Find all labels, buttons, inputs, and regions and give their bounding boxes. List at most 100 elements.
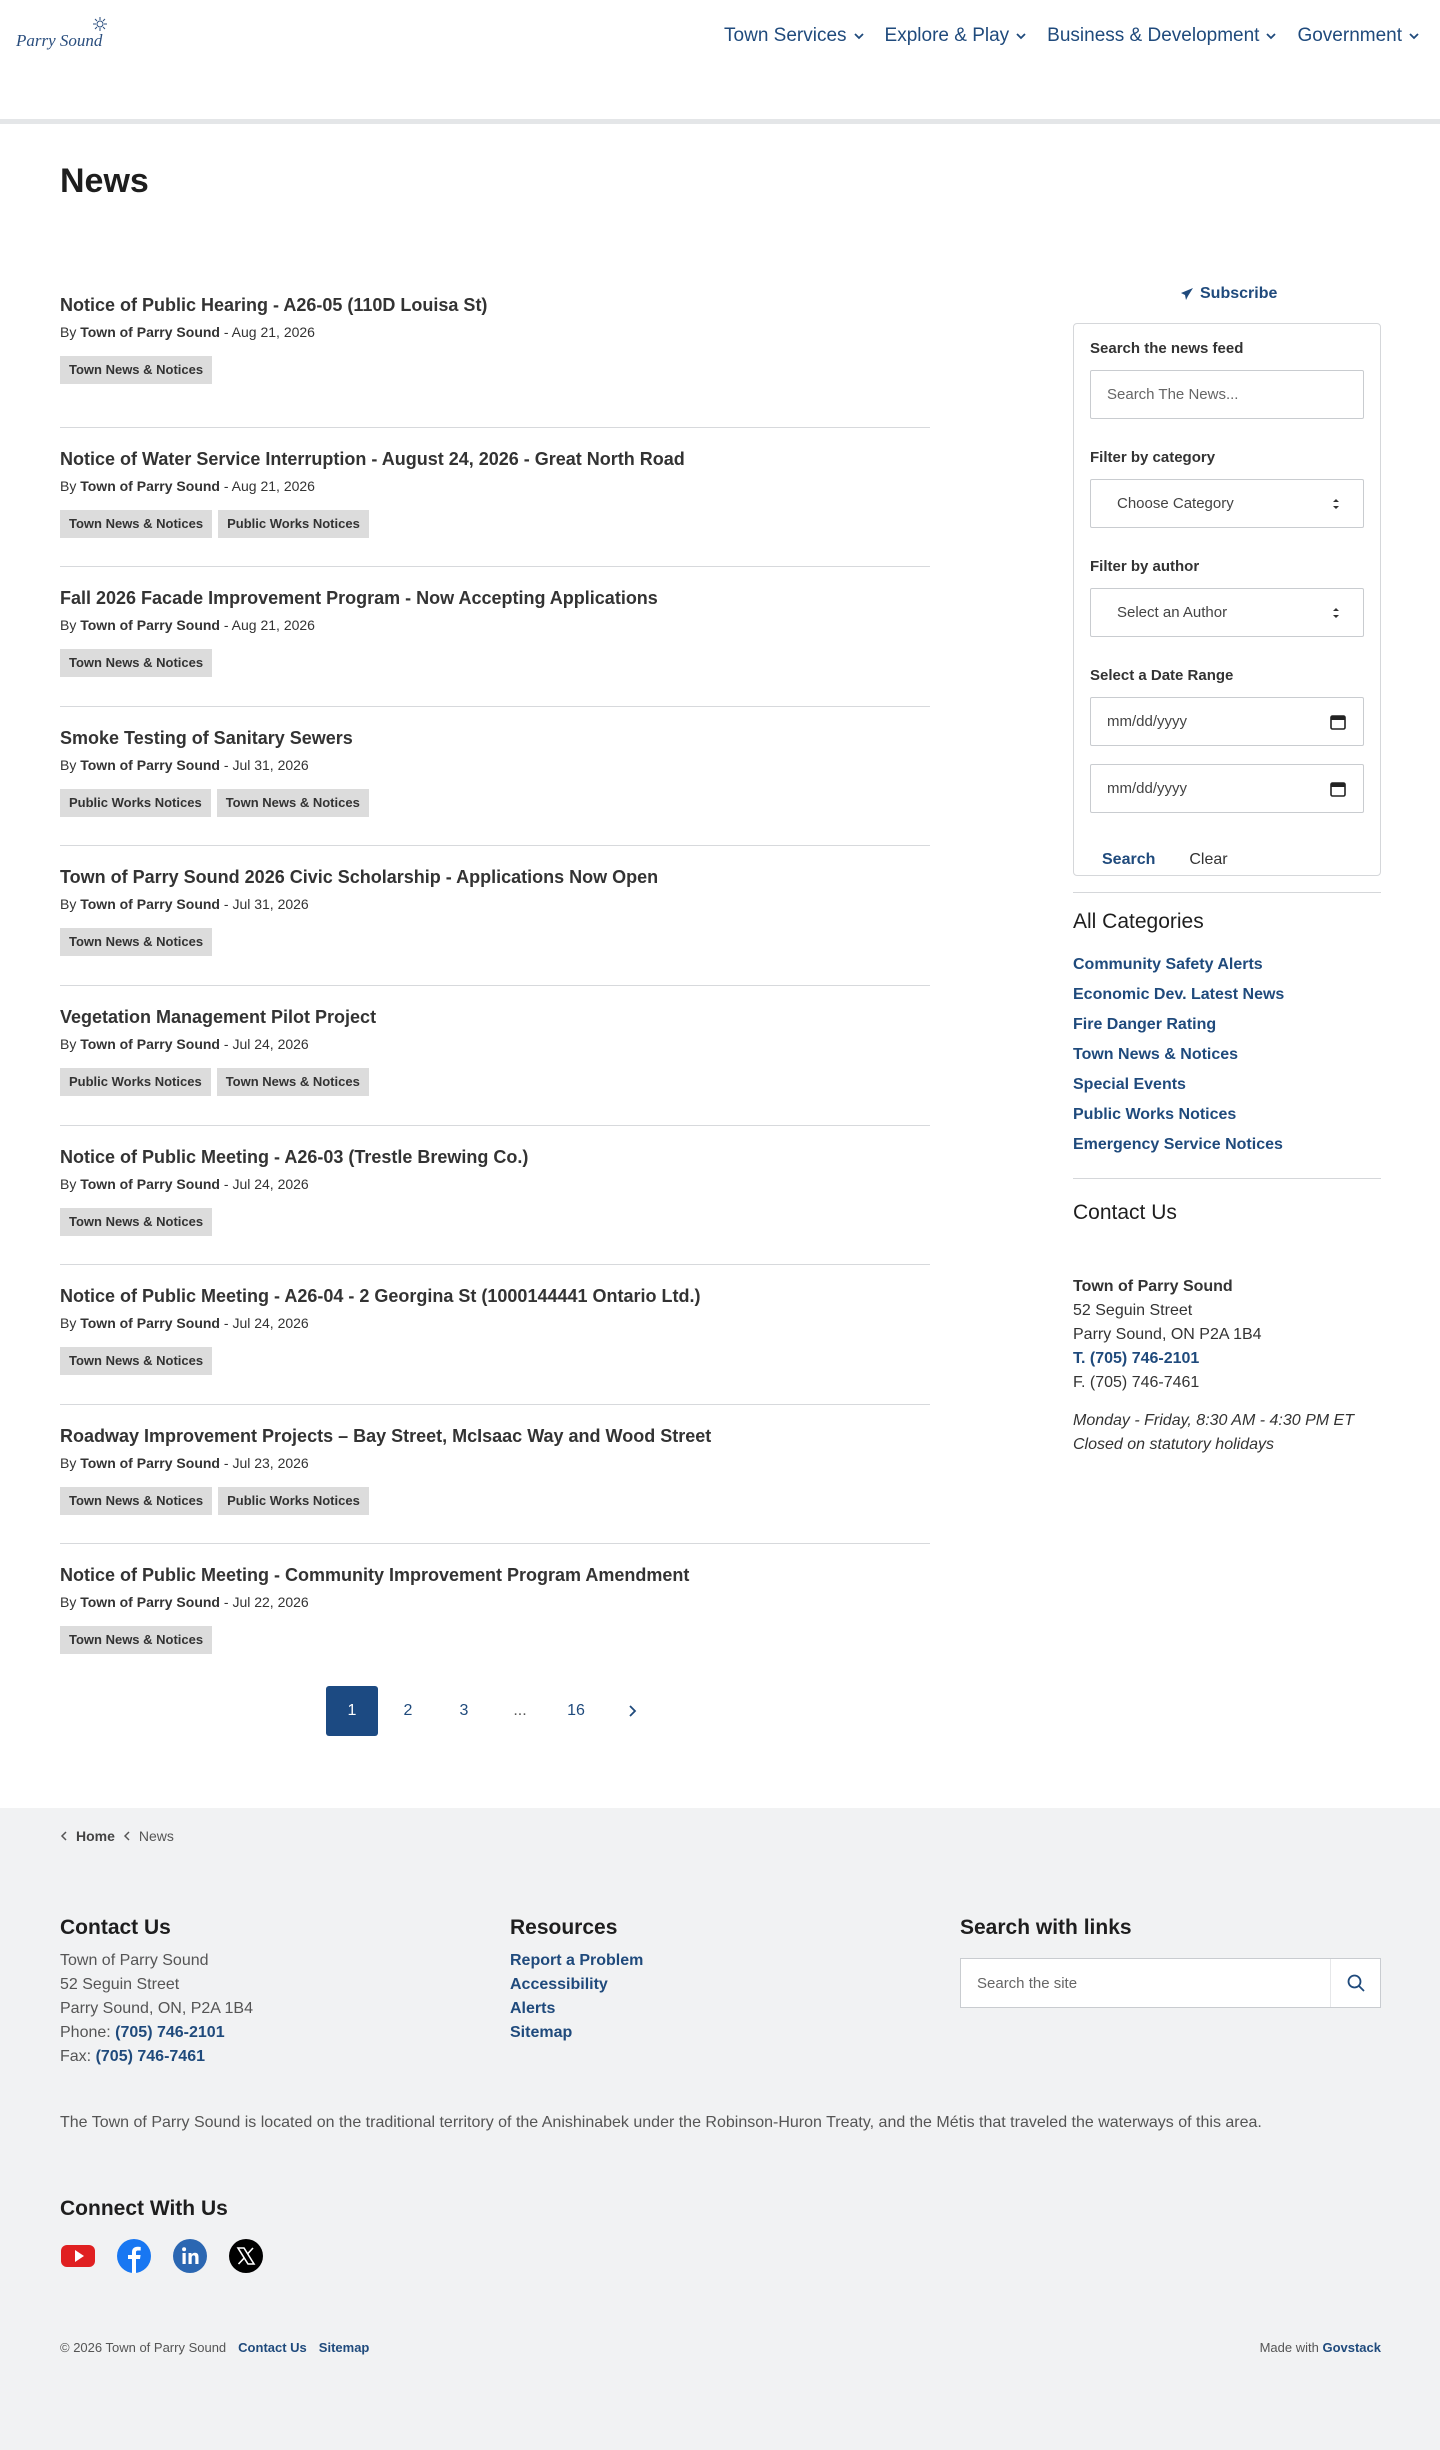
facebook-link[interactable]: [116, 2238, 152, 2274]
page-button[interactable]: 2: [382, 1686, 434, 1736]
nav-business-development[interactable]: Business & Development: [1047, 22, 1277, 50]
news-search-input[interactable]: Search The News...: [1090, 370, 1364, 419]
breadcrumb-home[interactable]: Home: [76, 1828, 115, 1844]
category-tag[interactable]: Town News & Notices: [60, 1486, 213, 1515]
search-button[interactable]: Search: [1090, 847, 1167, 873]
news-date: Jul 23, 2026: [232, 1454, 309, 1471]
govstack-link[interactable]: Govstack: [1322, 2340, 1381, 2355]
search-label: Search the news feed: [1090, 340, 1244, 357]
news-date: Aug 21, 2026: [231, 477, 315, 494]
category-link[interactable]: Town News & Notices: [1073, 1040, 1284, 1070]
category-tag[interactable]: Public Works Notices: [60, 1067, 211, 1096]
contact-city: Parry Sound, ON P2A 1B4: [1073, 1326, 1262, 1343]
category-tag[interactable]: Public Works Notices: [218, 1486, 369, 1515]
page-button[interactable]: 3: [438, 1686, 490, 1736]
youtube-link[interactable]: [60, 2238, 96, 2274]
news-title-link[interactable]: Smoke Testing of Sanitary Sewers: [60, 725, 930, 751]
category-link[interactable]: Economic Dev. Latest News: [1073, 980, 1284, 1010]
tag-list: Town News & Notices: [60, 1207, 930, 1236]
chevron-right-icon: [629, 1705, 637, 1717]
contact-heading: Contact Us: [1073, 1201, 1177, 1224]
linkedin-link[interactable]: [172, 2238, 208, 2274]
category-select-value: Choose Category: [1117, 495, 1234, 512]
connect-heading: Connect With Us: [60, 2197, 228, 2220]
site-search-button[interactable]: [1330, 1959, 1380, 2007]
contact-phone-link[interactable]: T. (705) 746-2101: [1073, 1350, 1199, 1367]
nav-label: Government: [1297, 25, 1402, 46]
meta-separator: -: [223, 617, 229, 634]
category-tag[interactable]: Public Works Notices: [218, 509, 369, 538]
resource-link[interactable]: Sitemap: [510, 2021, 643, 2045]
subscribe-link[interactable]: Subscribe: [1180, 285, 1277, 303]
nav-government[interactable]: Government: [1297, 22, 1420, 50]
news-meta: By Town of Parry Sound - Jul 24, 2026: [60, 1313, 930, 1333]
nav-explore-play[interactable]: Explore & Play: [885, 22, 1028, 50]
category-tag[interactable]: Town News & Notices: [60, 1347, 213, 1376]
footer-phone-row: Phone: (705) 746-2101: [60, 2021, 253, 2045]
page-button-current[interactable]: 1: [326, 1686, 378, 1736]
category-tag[interactable]: Town News & Notices: [60, 1207, 213, 1236]
category-tag[interactable]: Town News & Notices: [60, 356, 213, 384]
nav-town-services[interactable]: Town Services: [724, 22, 865, 50]
news-date: Jul 24, 2026: [232, 1175, 309, 1192]
site-logo[interactable]: Parry Sound: [14, 14, 114, 58]
resource-link[interactable]: Accessibility: [510, 1973, 643, 1997]
category-link[interactable]: Special Events: [1073, 1070, 1284, 1100]
calendar-icon[interactable]: [1329, 713, 1347, 731]
news-title-link[interactable]: Roadway Improvement Projects – Bay Stree…: [60, 1423, 930, 1449]
category-tag[interactable]: Town News & Notices: [60, 1626, 213, 1655]
category-tag[interactable]: Town News & Notices: [216, 1067, 369, 1096]
x-link[interactable]: [228, 2238, 264, 2274]
author-select[interactable]: Select an Author: [1090, 588, 1364, 637]
meta-separator: -: [223, 477, 229, 494]
category-link[interactable]: Fire Danger Rating: [1073, 1010, 1284, 1040]
news-author: Town of Parry Sound: [80, 1035, 220, 1052]
news-author: Town of Parry Sound: [80, 477, 220, 494]
category-tag[interactable]: Town News & Notices: [60, 649, 213, 678]
category-link[interactable]: Community Safety Alerts: [1073, 950, 1284, 980]
news-meta: By Town of Parry Sound - Jul 22, 2026: [60, 1592, 930, 1612]
site-search-input[interactable]: [961, 1959, 1330, 2007]
calendar-icon[interactable]: [1329, 780, 1347, 798]
news-date: Jul 24, 2026: [232, 1315, 309, 1332]
footer-phone-link[interactable]: (705) 746-2101: [115, 2024, 224, 2041]
news-title-link[interactable]: Notice of Water Service Interruption - A…: [60, 446, 930, 472]
clear-button[interactable]: Clear: [1177, 847, 1239, 873]
category-tag[interactable]: Town News & Notices: [60, 509, 213, 538]
author-select-value: Select an Author: [1117, 604, 1228, 621]
start-date-input[interactable]: mm/dd/yyyy: [1090, 697, 1364, 746]
news-title-link[interactable]: Fall 2026 Facade Improvement Program - N…: [60, 585, 930, 611]
category-tag[interactable]: Town News & Notices: [60, 928, 213, 957]
news-title-link[interactable]: Notice of Public Meeting - Community Imp…: [60, 1562, 930, 1588]
category-select[interactable]: Choose Category: [1090, 479, 1364, 528]
category-tag[interactable]: Town News & Notices: [216, 788, 369, 817]
chevron-left-icon: [60, 1831, 67, 1841]
news-title-link[interactable]: Notice of Public Hearing - A26-05 (110D …: [60, 292, 930, 318]
select-arrows-icon: [1333, 608, 1339, 618]
news-title-link[interactable]: Town of Parry Sound 2026 Civic Scholarsh…: [60, 864, 930, 890]
legal-sitemap-link[interactable]: Sitemap: [319, 2340, 370, 2355]
resources-list: Report a Problem Accessibility Alerts Si…: [510, 1949, 643, 2045]
footer-street: 52 Seguin Street: [60, 1976, 180, 1993]
news-title-link[interactable]: Notice of Public Meeting - A26-04 - 2 Ge…: [60, 1283, 930, 1309]
page-title: News: [60, 162, 149, 200]
news-title-link[interactable]: Vegetation Management Pilot Project: [60, 1004, 930, 1030]
footer-fax-link[interactable]: (705) 746-7461: [96, 2048, 205, 2065]
category-link[interactable]: Public Works Notices: [1073, 1100, 1284, 1130]
news-item: Notice of Water Service Interruption - A…: [60, 428, 930, 568]
fax-label: Fax:: [60, 2048, 92, 2065]
news-item: Vegetation Management Pilot Project By T…: [60, 986, 930, 1126]
legal-contact-link[interactable]: Contact Us: [238, 2340, 307, 2355]
select-arrows-icon: [1333, 499, 1339, 509]
category-link[interactable]: Emergency Service Notices: [1073, 1130, 1284, 1160]
next-page-button[interactable]: [606, 1686, 658, 1736]
page-button[interactable]: 16: [550, 1686, 602, 1736]
category-tag[interactable]: Public Works Notices: [60, 788, 211, 817]
resource-link[interactable]: Report a Problem: [510, 1949, 643, 1973]
news-meta: By Town of Parry Sound - Aug 21, 2026: [60, 322, 930, 342]
news-title-link[interactable]: Notice of Public Meeting - A26-03 (Trest…: [60, 1144, 930, 1170]
end-date-input[interactable]: mm/dd/yyyy: [1090, 764, 1364, 813]
resource-link[interactable]: Alerts: [510, 1997, 643, 2021]
footer-city: Parry Sound, ON, P2A 1B4: [60, 2000, 253, 2017]
meta-separator: -: [223, 1035, 229, 1052]
